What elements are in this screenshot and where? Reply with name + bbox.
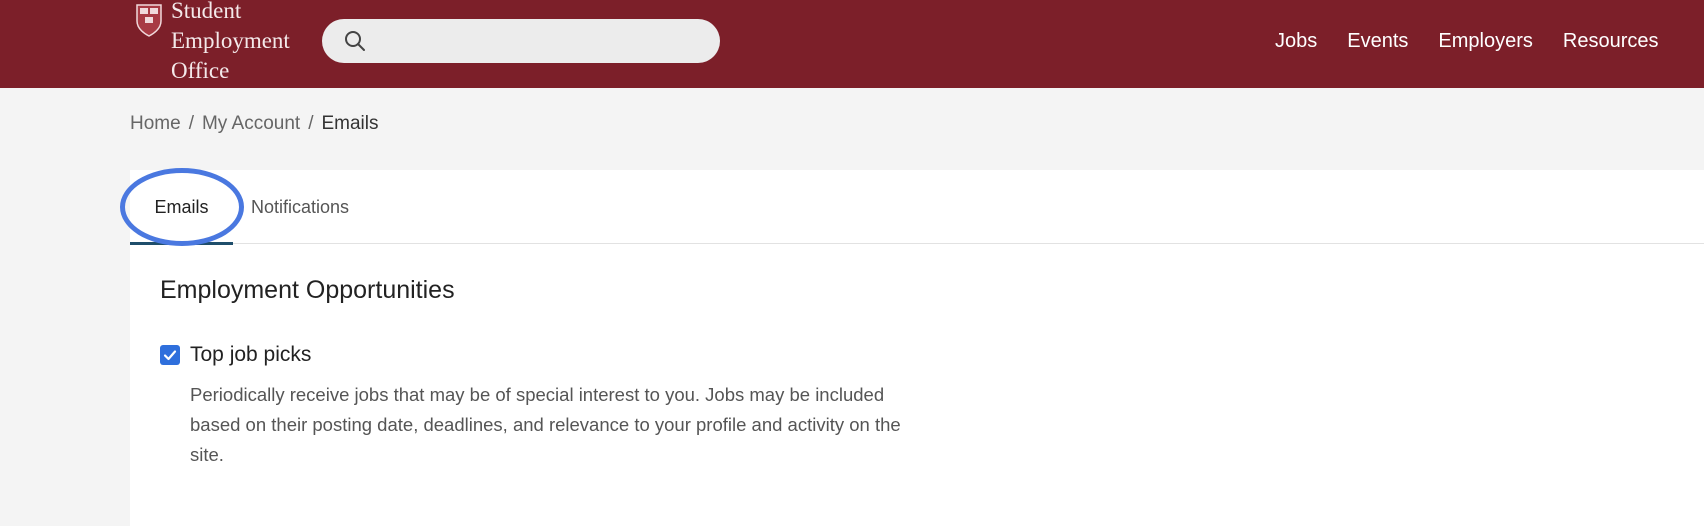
nav-employers[interactable]: Employers	[1438, 30, 1532, 53]
breadcrumb-home[interactable]: Home	[130, 113, 181, 135]
logo-line-3: Office	[171, 58, 230, 83]
tab-bar: Emails Notifications	[130, 170, 1704, 245]
search-bar[interactable]	[322, 19, 720, 63]
top-job-picks-checkbox[interactable]	[160, 345, 180, 365]
shield-logo-icon	[136, 4, 162, 37]
breadcrumb-current: Emails	[321, 113, 379, 134]
main-nav: Jobs Events Employers Resources	[1275, 0, 1659, 82]
nav-events[interactable]: Events	[1347, 30, 1408, 53]
top-navigation-bar: Student Employment Office Jobs Events Em…	[0, 0, 1704, 88]
checkmark-icon	[163, 350, 177, 361]
site-logo[interactable]: Student Employment Office	[135, 0, 290, 86]
top-job-picks-label[interactable]: Top job picks	[190, 343, 311, 367]
breadcrumb-separator: /	[308, 113, 314, 134]
logo-line-2: Employment	[171, 28, 290, 53]
breadcrumb: Home / My Account / Emails	[130, 113, 378, 135]
search-icon[interactable]	[344, 30, 366, 52]
breadcrumb-separator: /	[188, 113, 194, 134]
logo-text: Student Employment Office	[171, 0, 290, 86]
breadcrumb-my-account[interactable]: My Account	[202, 113, 300, 135]
settings-card: Emails Notifications Employment Opportun…	[130, 170, 1704, 526]
tab-notifications[interactable]: Notifications	[240, 170, 360, 244]
search-input[interactable]	[378, 19, 698, 63]
top-job-picks-description: Periodically receive jobs that may be of…	[190, 384, 901, 465]
logo-line-1: Student	[171, 0, 242, 23]
nav-jobs[interactable]: Jobs	[1275, 30, 1317, 53]
tab-emails[interactable]: Emails	[130, 170, 233, 245]
nav-resources[interactable]: Resources	[1563, 30, 1659, 53]
section-title: Employment Opportunities	[160, 276, 455, 304]
